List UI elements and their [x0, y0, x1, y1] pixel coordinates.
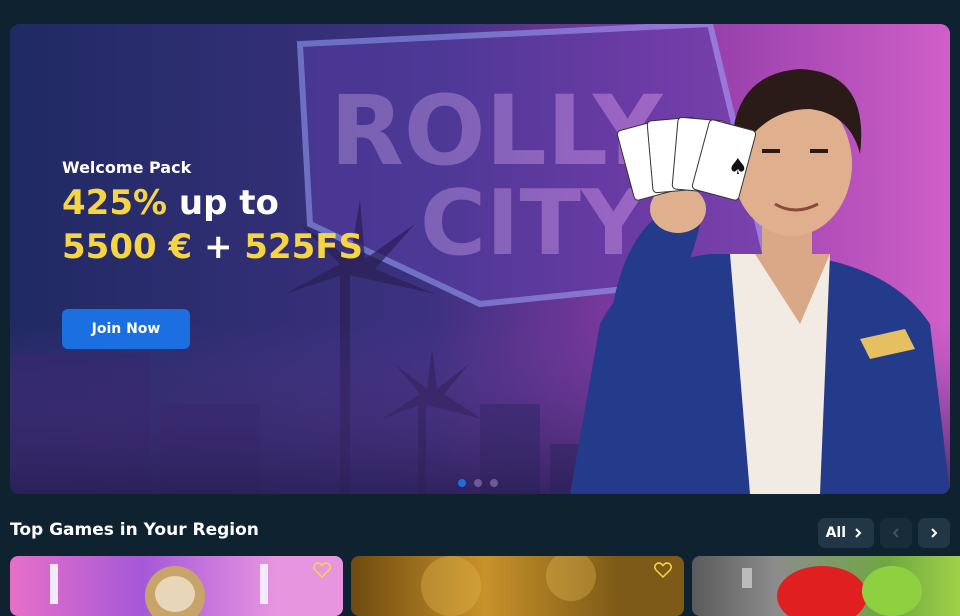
- games-controls: All: [817, 518, 950, 548]
- all-games-label: All: [825, 525, 846, 541]
- games-row: [10, 556, 960, 616]
- next-games-button[interactable]: [918, 518, 950, 548]
- carousel-dot-3[interactable]: [490, 479, 498, 487]
- bonus-free-spins: 525FS: [244, 227, 363, 267]
- game-thumbnail: [742, 566, 922, 616]
- svg-text:♠: ♠: [728, 155, 748, 180]
- carousel-dot-1[interactable]: [458, 479, 466, 487]
- game-thumbnail: [50, 564, 268, 616]
- hero-banner[interactable]: ROLLY CITY ♠ Welcome Pack 425% up to 550…: [10, 24, 950, 494]
- carousel-dot-2[interactable]: [474, 479, 482, 487]
- bonus-up-to: up to: [167, 183, 279, 223]
- chevron-left-icon: [892, 528, 899, 538]
- bonus-plus: +: [192, 227, 245, 267]
- carousel-dots: [458, 479, 498, 487]
- chevron-right-icon: [931, 528, 938, 538]
- prev-games-button[interactable]: [880, 518, 912, 548]
- chevron-right-icon: [855, 528, 862, 538]
- promo-headline-line2: 5500 € + 525FS: [62, 225, 363, 269]
- join-now-button[interactable]: Join Now: [62, 309, 190, 349]
- heart-icon[interactable]: [654, 562, 672, 578]
- promo-headline-line1: 425% up to: [62, 181, 363, 225]
- playing-cards: ♠: [616, 116, 757, 201]
- game-thumbnail: [421, 556, 596, 616]
- game-card[interactable]: [692, 556, 960, 616]
- game-card[interactable]: [351, 556, 684, 616]
- heart-icon[interactable]: [313, 562, 331, 578]
- section-title: Top Games in Your Region: [10, 520, 259, 540]
- game-card[interactable]: [10, 556, 343, 616]
- all-games-button[interactable]: All: [817, 518, 874, 548]
- bonus-amount: 5500 €: [62, 227, 193, 267]
- promo-block: Welcome Pack 425% up to 5500 € + 525FS: [62, 158, 363, 269]
- bonus-percent: 425%: [62, 183, 168, 223]
- promo-kicker: Welcome Pack: [62, 158, 192, 177]
- svg-text:CITY: CITY: [420, 171, 648, 276]
